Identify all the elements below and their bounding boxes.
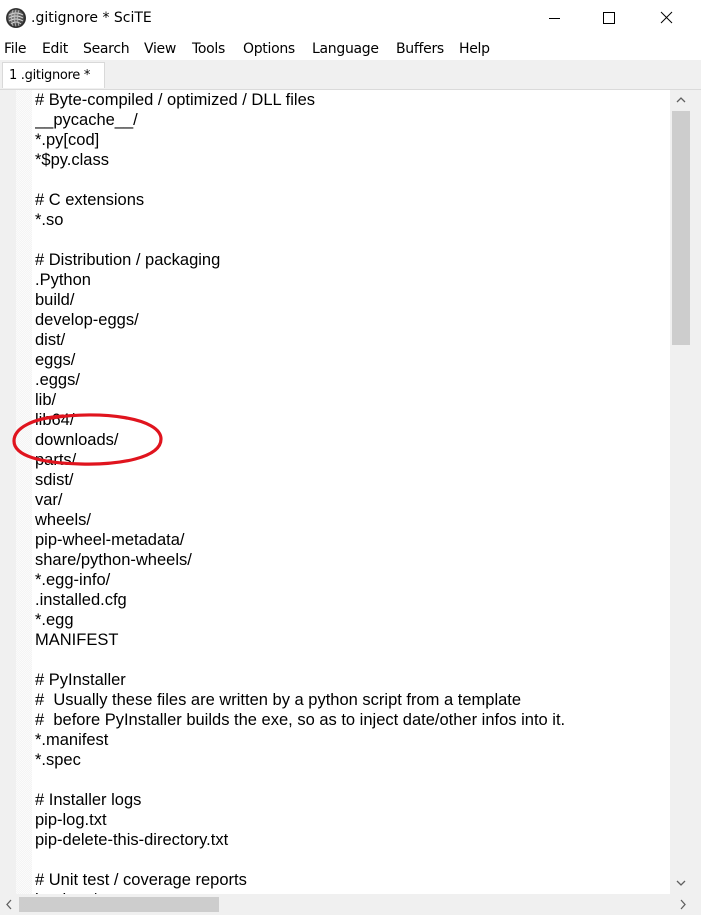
- line-number-margin: [0, 90, 16, 894]
- code-line: pip-log.txt: [35, 811, 107, 829]
- menu-options[interactable]: Options: [243, 38, 295, 60]
- code-line: pip-wheel-metadata/: [35, 531, 185, 549]
- code-line: downloads/: [35, 431, 119, 449]
- scroll-left-button[interactable]: [0, 894, 18, 915]
- close-button[interactable]: [643, 0, 689, 37]
- menu-view[interactable]: View: [144, 38, 176, 60]
- code-line: develop-eggs/: [35, 311, 139, 329]
- code-line: # Byte-compiled / optimized / DLL files: [35, 91, 316, 109]
- menu-help[interactable]: Help: [459, 38, 490, 60]
- code-line: share/python-wheels/: [35, 551, 192, 569]
- code-line: *.py[cod]: [35, 131, 100, 149]
- horizontal-scroll-thumb[interactable]: [19, 897, 219, 912]
- code-line: *.spec: [35, 751, 81, 769]
- scite-window: .gitignore * SciTE File Edit Search View…: [0, 0, 701, 915]
- code-line: *.so: [35, 211, 64, 229]
- buffer-tab-strip: 1 .gitignore *: [0, 60, 701, 90]
- code-line: *$py.class: [35, 151, 109, 169]
- menu-edit[interactable]: Edit: [42, 38, 68, 60]
- code-line: # C extensions: [35, 191, 145, 209]
- close-icon: [660, 11, 673, 24]
- code-line: # Unit test / coverage reports: [35, 871, 247, 889]
- minimize-button[interactable]: [532, 0, 578, 37]
- menu-buffers[interactable]: Buffers: [396, 38, 444, 60]
- menu-search[interactable]: Search: [83, 38, 130, 60]
- code-line: lib/: [35, 391, 57, 409]
- text-area[interactable]: # Byte-compiled / optimized / DLL files _…: [35, 90, 669, 894]
- code-line: .Python: [35, 271, 91, 289]
- code-line: .eggs/: [35, 371, 80, 389]
- code-line: eggs/: [35, 351, 76, 369]
- code-line: dist/: [35, 331, 66, 349]
- window-title: .gitignore * SciTE: [31, 10, 152, 26]
- menu-tools[interactable]: Tools: [192, 38, 225, 60]
- code-line: # Distribution / packaging: [35, 251, 221, 269]
- code-line: .installed.cfg: [35, 591, 127, 609]
- code-line: build/: [35, 291, 75, 309]
- code-line: var/: [35, 491, 63, 509]
- code-line: MANIFEST: [35, 631, 119, 649]
- scite-app-icon[interactable]: [6, 8, 26, 28]
- code-line: lib64/: [35, 411, 75, 429]
- code-line: sdist/: [35, 471, 74, 489]
- title-bar[interactable]: .gitignore * SciTE: [0, 0, 701, 37]
- tab-gitignore[interactable]: 1 .gitignore *: [2, 62, 105, 88]
- maximize-button[interactable]: [586, 0, 632, 37]
- maximize-icon: [603, 12, 615, 24]
- chevron-left-icon: [6, 899, 12, 910]
- code-line: *.egg: [35, 611, 74, 629]
- scroll-down-button[interactable]: [670, 873, 692, 893]
- minimize-icon: [549, 18, 560, 19]
- vertical-scroll-thumb[interactable]: [672, 111, 690, 345]
- code-line: # Usually these files are written by a p…: [35, 691, 522, 709]
- code-line: *.egg-info/: [35, 571, 111, 589]
- chevron-right-icon: [680, 899, 686, 910]
- scroll-up-button[interactable]: [670, 90, 692, 110]
- code-line: wheels/: [35, 511, 91, 529]
- chevron-down-icon: [676, 880, 686, 886]
- fold-margin[interactable]: [16, 90, 32, 894]
- scrollbar-corner: [692, 894, 701, 915]
- window-edge: [692, 90, 701, 894]
- scroll-right-button[interactable]: [674, 894, 692, 915]
- chevron-up-icon: [676, 97, 686, 103]
- menu-bar: File Edit Search View Tools Options Lang…: [0, 38, 701, 60]
- code-line: parts/: [35, 451, 77, 469]
- menu-file[interactable]: File: [4, 38, 27, 60]
- code-line: # before PyInstaller builds the exe, so …: [35, 711, 566, 729]
- horizontal-scrollbar[interactable]: [0, 894, 692, 915]
- code-line: __pycache__/: [35, 111, 138, 129]
- code-line: pip-delete-this-directory.txt: [35, 831, 229, 849]
- code-line: # PyInstaller: [35, 671, 126, 689]
- code-line: *.manifest: [35, 731, 109, 749]
- code-line: # Installer logs: [35, 791, 142, 809]
- editor-pane: # Byte-compiled / optimized / DLL files _…: [0, 90, 701, 915]
- vertical-scrollbar[interactable]: [670, 90, 692, 894]
- menu-language[interactable]: Language: [312, 38, 379, 60]
- tab-label: 1 .gitignore *: [9, 68, 91, 83]
